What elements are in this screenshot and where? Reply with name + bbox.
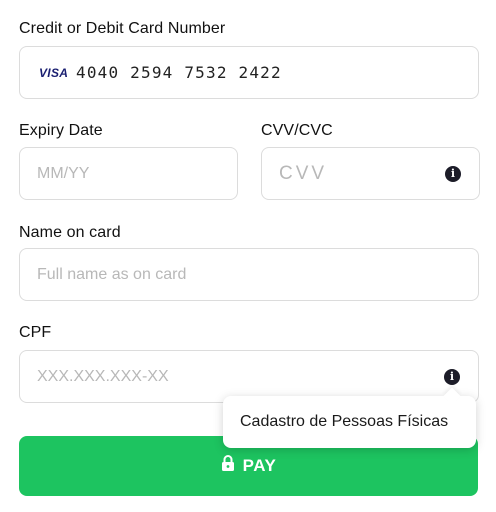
visa-logo: VISA: [39, 65, 69, 80]
payment-form: Credit or Debit Card Number VISA Expiry …: [0, 0, 496, 512]
cvv-input[interactable]: [279, 148, 453, 199]
expiry-date-field[interactable]: [19, 147, 238, 200]
lock-icon: [221, 455, 234, 471]
expiry-date-input[interactable]: [37, 148, 211, 199]
name-on-card-input[interactable]: [37, 249, 404, 300]
cpf-label: CPF: [19, 324, 52, 341]
cpf-info-icon[interactable]: i: [444, 368, 460, 385]
cpf-tooltip: Cadastro de Pessoas Físicas: [223, 396, 476, 448]
cpf-input[interactable]: [37, 351, 404, 402]
name-on-card-field[interactable]: [19, 248, 479, 301]
card-number-label: Credit or Debit Card Number: [19, 20, 226, 37]
card-number-field[interactable]: VISA: [19, 46, 479, 99]
cvv-info-icon[interactable]: i: [445, 165, 461, 182]
cvv-field[interactable]: i: [261, 147, 480, 200]
cpf-tooltip-text: Cadastro de Pessoas Físicas: [240, 413, 449, 430]
expiry-date-label: Expiry Date: [19, 122, 103, 139]
name-on-card-label: Name on card: [19, 224, 121, 241]
pay-button-label: PAY: [242, 456, 277, 475]
card-number-input[interactable]: [76, 47, 443, 98]
cvv-label: CVV/CVC: [261, 122, 333, 139]
